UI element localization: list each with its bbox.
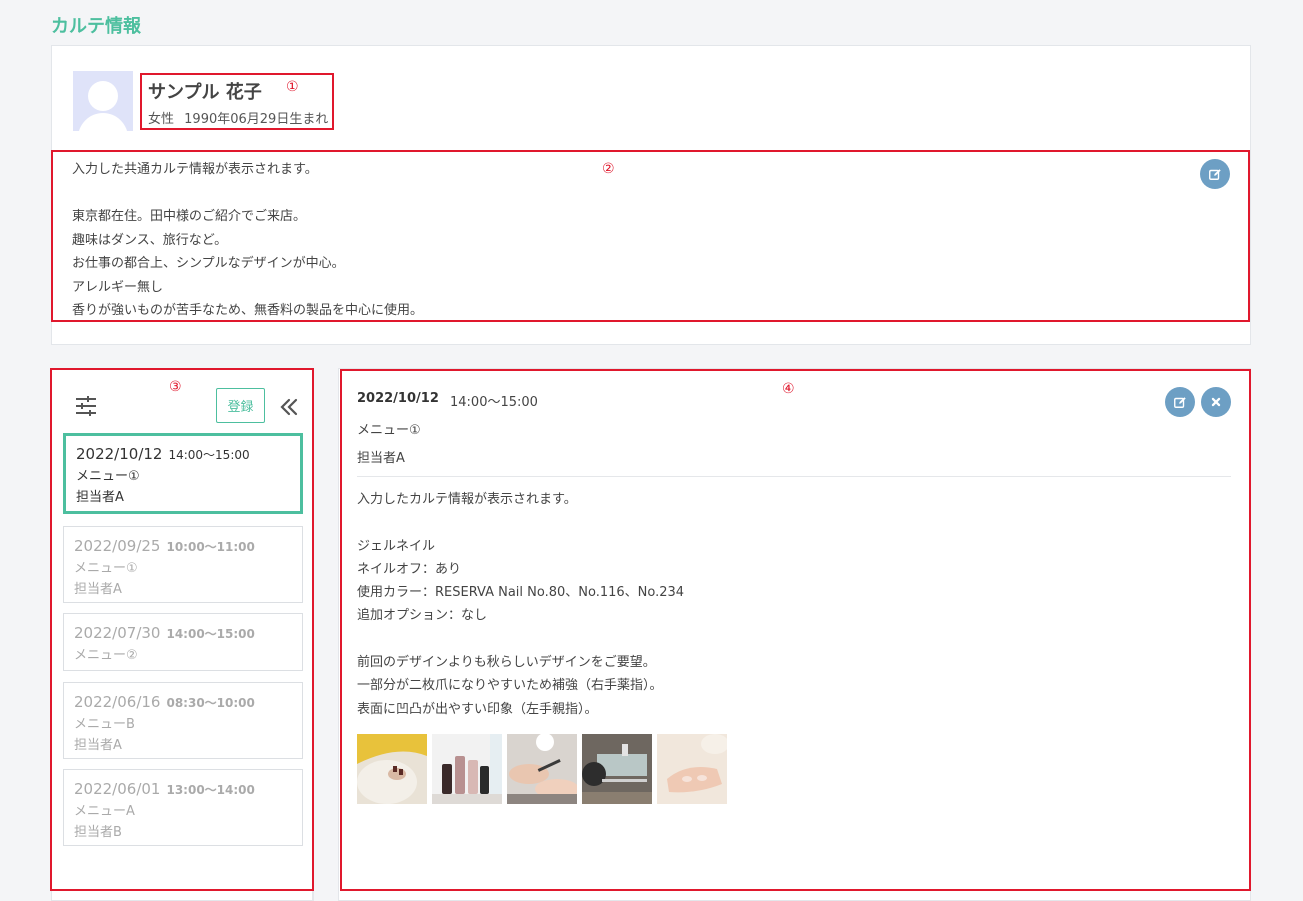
annotation-box-2	[51, 150, 1250, 322]
annotation-number-2: ②	[602, 161, 615, 177]
annotation-number-3: ③	[169, 379, 182, 395]
annotation-box-1	[140, 73, 334, 130]
annotation-number-1: ①	[286, 79, 299, 95]
avatar	[73, 71, 133, 131]
page-title: カルテ情報	[51, 16, 141, 37]
annotation-box-4	[340, 369, 1251, 891]
annotation-number-4: ④	[782, 381, 795, 397]
annotation-box-3	[50, 368, 314, 891]
